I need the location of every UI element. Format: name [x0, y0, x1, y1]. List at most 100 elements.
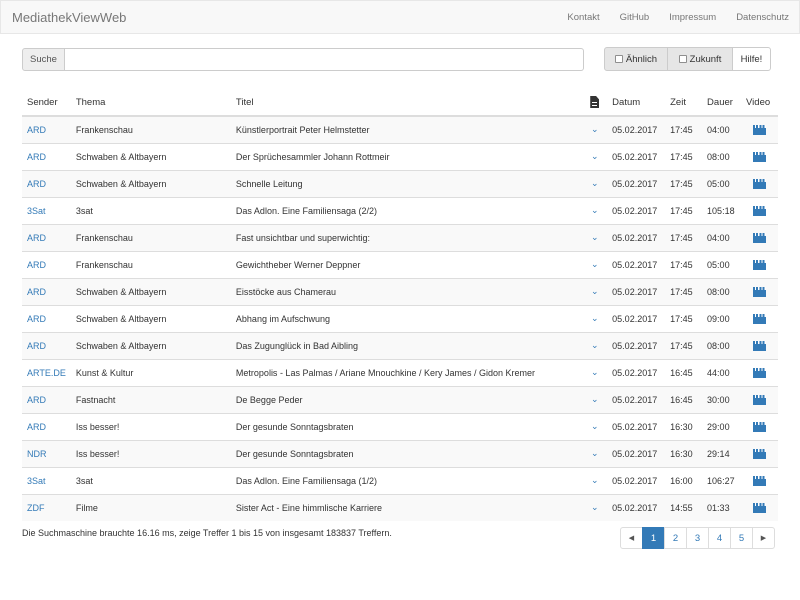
cell-description-toggle[interactable]: ⌄	[582, 412, 608, 440]
cell-titel[interactable]: Der Sprüchesammler Johann Rottmeir	[230, 142, 583, 170]
cell-video[interactable]	[741, 223, 778, 251]
cell-description-toggle[interactable]: ⌄	[582, 223, 608, 251]
chevron-down-icon[interactable]: ⌄	[591, 448, 599, 458]
cell-titel[interactable]: Das Adlon. Eine Familiensaga (2/2)	[230, 196, 583, 224]
cell-video[interactable]	[741, 142, 778, 170]
cell-sender[interactable]: ARD	[22, 277, 71, 305]
cell-sender[interactable]: 3Sat	[22, 196, 71, 224]
cell-sender[interactable]: ARD	[22, 385, 71, 413]
cell-titel[interactable]: Der gesunde Sonntagsbraten	[230, 439, 583, 467]
cell-sender[interactable]: ARD	[22, 169, 71, 197]
cell-thema[interactable]: Iss besser!	[70, 439, 231, 467]
cell-description-toggle[interactable]: ⌄	[582, 331, 608, 359]
help-button[interactable]: Hilfe!	[732, 47, 771, 71]
chevron-down-icon[interactable]: ⌄	[591, 205, 599, 215]
cell-sender[interactable]: ARD	[22, 142, 71, 170]
cell-titel[interactable]: Der gesunde Sonntagsbraten	[230, 412, 583, 440]
cell-thema[interactable]: 3sat	[70, 466, 231, 494]
chevron-down-icon[interactable]: ⌄	[591, 502, 599, 512]
pagination-page[interactable]: 1	[642, 527, 665, 549]
cell-sender[interactable]: ARD	[22, 412, 71, 440]
pagination-page[interactable]: 5	[730, 527, 753, 549]
cell-video[interactable]	[741, 331, 778, 359]
cell-sender[interactable]: ARD	[22, 115, 71, 143]
video-clapperboard-icon[interactable]	[753, 313, 766, 324]
cell-thema[interactable]: Frankenschau	[70, 250, 231, 278]
chevron-down-icon[interactable]: ⌄	[591, 259, 599, 269]
cell-thema[interactable]: Schwaben & Altbayern	[70, 304, 231, 332]
chevron-down-icon[interactable]: ⌄	[591, 421, 599, 431]
brand-title[interactable]: MediathekViewWeb	[12, 10, 126, 25]
future-toggle[interactable]: Zukunft	[667, 47, 733, 71]
header-thema[interactable]: Thema	[70, 89, 231, 117]
pagination-prev[interactable]: ◀	[620, 527, 643, 549]
chevron-down-icon[interactable]: ⌄	[591, 394, 599, 404]
cell-thema[interactable]: Schwaben & Altbayern	[70, 142, 231, 170]
video-clapperboard-icon[interactable]	[753, 286, 766, 297]
chevron-down-icon[interactable]: ⌄	[591, 232, 599, 242]
cell-video[interactable]	[741, 439, 778, 467]
similar-toggle[interactable]: Ähnlich	[604, 47, 668, 71]
cell-sender[interactable]: ZDF	[22, 493, 71, 521]
cell-sender[interactable]: ARD	[22, 223, 71, 251]
cell-titel[interactable]: Sister Act - Eine himmlische Karriere	[230, 493, 583, 521]
cell-description-toggle[interactable]: ⌄	[582, 142, 608, 170]
cell-video[interactable]	[741, 466, 778, 494]
cell-titel[interactable]: Das Adlon. Eine Familiensaga (1/2)	[230, 466, 583, 494]
cell-titel[interactable]: Eisstöcke aus Chamerau	[230, 277, 583, 305]
future-checkbox[interactable]	[678, 55, 687, 63]
video-clapperboard-icon[interactable]	[753, 448, 766, 459]
cell-description-toggle[interactable]: ⌄	[582, 466, 608, 494]
cell-sender[interactable]: NDR	[22, 439, 71, 467]
pagination-page[interactable]: 2	[664, 527, 687, 549]
cell-description-toggle[interactable]: ⌄	[582, 439, 608, 467]
chevron-down-icon[interactable]: ⌄	[591, 124, 599, 134]
chevron-down-icon[interactable]: ⌄	[591, 475, 599, 485]
video-clapperboard-icon[interactable]	[753, 367, 766, 378]
header-zeit[interactable]: Zeit	[665, 89, 703, 117]
cell-thema[interactable]: Schwaben & Altbayern	[70, 169, 231, 197]
cell-titel[interactable]: Schnelle Leitung	[230, 169, 583, 197]
chevron-down-icon[interactable]: ⌄	[591, 286, 599, 296]
cell-description-toggle[interactable]: ⌄	[582, 358, 608, 386]
cell-video[interactable]	[741, 250, 778, 278]
similar-checkbox[interactable]	[614, 55, 623, 63]
nav-link-datenschutz[interactable]: Datenschutz	[736, 12, 789, 23]
cell-thema[interactable]: Kunst & Kultur	[70, 358, 231, 386]
chevron-down-icon[interactable]: ⌄	[591, 151, 599, 161]
search-input[interactable]	[65, 48, 584, 71]
cell-video[interactable]	[741, 385, 778, 413]
pagination-page[interactable]: 3	[686, 527, 709, 549]
cell-thema[interactable]: Filme	[70, 493, 231, 521]
header-titel[interactable]: Titel	[230, 89, 583, 117]
cell-sender[interactable]: ARTE.DE	[22, 358, 71, 386]
cell-thema[interactable]: 3sat	[70, 196, 231, 224]
cell-description-toggle[interactable]: ⌄	[582, 385, 608, 413]
cell-thema[interactable]: Iss besser!	[70, 412, 231, 440]
cell-thema[interactable]: Fastnacht	[70, 385, 231, 413]
cell-video[interactable]	[741, 196, 778, 224]
cell-titel[interactable]: De Begge Peder	[230, 385, 583, 413]
cell-video[interactable]	[741, 412, 778, 440]
video-clapperboard-icon[interactable]	[753, 421, 766, 432]
cell-sender[interactable]: ARD	[22, 250, 71, 278]
cell-description-toggle[interactable]: ⌄	[582, 115, 608, 143]
cell-thema[interactable]: Frankenschau	[70, 115, 231, 143]
chevron-down-icon[interactable]: ⌄	[591, 313, 599, 323]
video-clapperboard-icon[interactable]	[753, 259, 766, 270]
chevron-down-icon[interactable]: ⌄	[591, 367, 599, 377]
cell-video[interactable]	[741, 277, 778, 305]
cell-titel[interactable]: Gewichtheber Werner Deppner	[230, 250, 583, 278]
cell-description-toggle[interactable]: ⌄	[582, 493, 608, 521]
cell-video[interactable]	[741, 493, 778, 521]
cell-titel[interactable]: Das Zugunglück in Bad Aibling	[230, 331, 583, 359]
cell-sender[interactable]: ARD	[22, 304, 71, 332]
video-clapperboard-icon[interactable]	[753, 394, 766, 405]
video-clapperboard-icon[interactable]	[753, 125, 766, 136]
chevron-down-icon[interactable]: ⌄	[591, 340, 599, 350]
video-clapperboard-icon[interactable]	[753, 340, 766, 351]
cell-thema[interactable]: Schwaben & Altbayern	[70, 331, 231, 359]
nav-link-kontakt[interactable]: Kontakt	[567, 12, 599, 23]
video-clapperboard-icon[interactable]	[753, 205, 766, 216]
cell-titel[interactable]: Abhang im Aufschwung	[230, 304, 583, 332]
